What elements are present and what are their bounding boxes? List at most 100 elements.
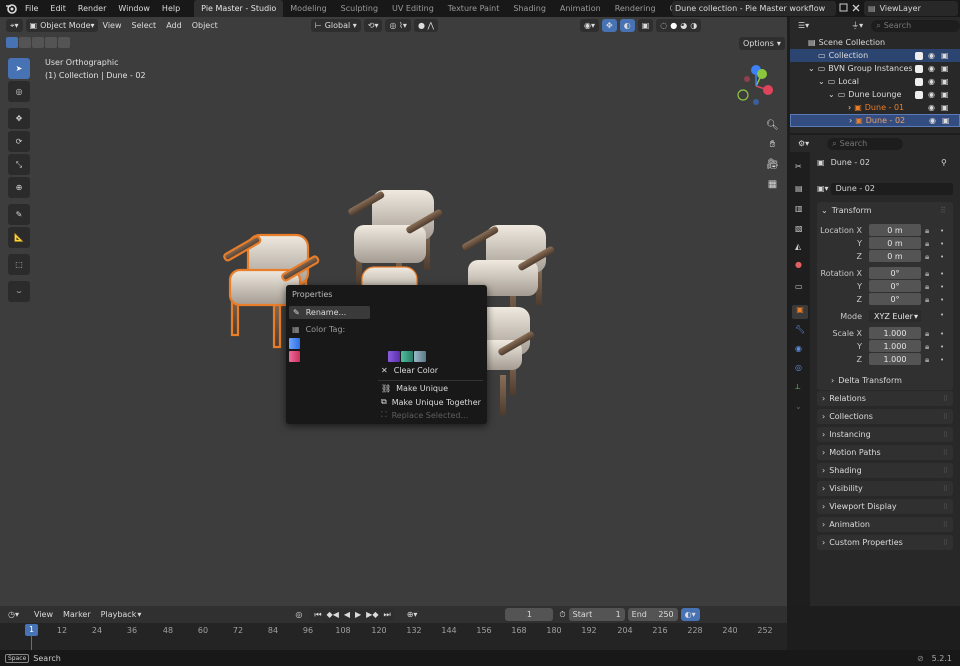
physics-tab-icon[interactable]: ◎ [795,363,802,372]
collection-tab-icon[interactable]: ▭ [795,282,803,291]
timeline-menu-playback[interactable]: Playback [96,610,142,619]
camera-icon[interactable]: ▣ [941,51,949,60]
end-frame-field[interactable]: End 250 [627,608,678,621]
outliner-collection[interactable]: ▭ Collection ◉ ▣ [790,49,960,62]
outliner-scene-collection[interactable]: ▤ Scene Collection [790,36,960,49]
color-tag-gray-swatch[interactable] [414,351,426,362]
drag-handle-icon[interactable]: ⠿ [943,449,948,457]
measure-tool[interactable]: 📐 [8,227,30,248]
properties-editor-icon[interactable]: ⚙▾ [798,139,809,148]
drag-handle-icon[interactable]: ⠿ [940,206,946,215]
menu-window[interactable]: Window [112,0,156,17]
drag-handle-icon[interactable]: ⠿ [943,413,948,421]
drag-handle-icon[interactable]: ⠿ [943,503,948,511]
camera-icon[interactable]: ▣ [941,103,949,112]
select-invert-icon[interactable] [45,37,57,48]
filter-icon[interactable]: ⏚▾ [851,20,863,31]
output-tab-icon[interactable]: ▥ [795,204,803,213]
menu-object[interactable]: Object [187,21,223,30]
transform-tool[interactable]: ⊕ [8,177,30,198]
panel-visibility[interactable]: › Visibility ⠿ [817,481,953,496]
overlay-button[interactable]: ◐ [619,19,635,32]
color-tag-teal-swatch[interactable] [401,351,413,362]
gizmo-button[interactable]: ✥ [602,19,617,32]
close-icon[interactable] [851,3,861,15]
eye-icon[interactable]: ◉ [928,64,935,73]
object-icon[interactable]: ▣▾ [817,184,829,193]
constraints-tab-icon[interactable]: ⟂ [795,382,800,392]
menu-file[interactable]: File [19,0,44,17]
location-y-field[interactable]: 0 m [869,237,921,249]
select-box-tool[interactable]: ➤ [8,58,30,79]
panel-custom-properties[interactable]: › Custom Properties ⠿ [817,535,953,550]
scene-tab-icon[interactable]: ◭ [795,242,801,251]
color-tag-purple-swatch[interactable] [388,351,400,362]
y-axis-icon[interactable] [757,69,767,79]
camera-icon[interactable]: ▣ [942,116,950,125]
select-intersect-icon[interactable] [58,37,70,48]
move-tool[interactable]: ✥ [8,108,30,129]
render-tab-icon[interactable]: ▤ [795,184,803,193]
clear-color-item[interactable]: ✕ Clear Color [381,366,438,375]
make-unique-item[interactable]: ⛓ Make Unique [381,384,448,393]
object-name-field[interactable]: Dune - 02 [830,182,953,195]
keyframe-dot-mode[interactable]: • [940,311,944,319]
outliner-dune-01[interactable]: › ▣ Dune - 01 ◉ ▣ [790,101,960,114]
options-button[interactable]: Options ▾ [739,37,785,50]
record-icon[interactable]: ◎ [295,610,302,619]
rotate-tool[interactable]: ⟳ [8,131,30,152]
wireframe-shading-icon[interactable]: ◌ [660,21,667,30]
object-tab-icon[interactable]: ▣ [792,305,808,319]
modifier-tab-icon[interactable]: 🔧︎ [795,325,805,334]
tab-texture-paint[interactable]: Texture Paint [441,0,507,17]
start-frame-field[interactable]: Start 1 [568,608,625,621]
axis-gizmo[interactable] [732,62,780,108]
particles-tab-icon[interactable]: ◉ [795,344,802,353]
camera-icon[interactable]: 🎥︎ [764,156,781,173]
location-z-field[interactable]: 0 m [869,250,921,262]
transform-orientation-select[interactable]: ⊢ Global ▾ [310,19,361,32]
timeline-menu-view[interactable]: View [29,610,58,619]
panel-collections[interactable]: › Collections ⠿ [817,409,953,424]
neg-x-axis-icon[interactable] [744,76,750,82]
jump-start-icon[interactable]: ⏮ [314,610,321,620]
color-tag-red-swatch[interactable] [289,351,300,362]
drag-handle-icon[interactable]: ⠿ [943,395,948,403]
scene-selector[interactable]: Dune collection - Pie Master workflow [672,1,836,16]
tab-rendering[interactable]: Rendering [608,0,663,17]
panel-motion-paths[interactable]: › Motion Paths ⠿ [817,445,953,460]
pan-hand-icon[interactable]: ✋︎ [764,136,781,153]
proportional-edit-button[interactable]: ● ⋀ [413,19,439,32]
drag-handle-icon[interactable]: ⠿ [943,467,948,475]
delta-transform-header[interactable]: › Delta Transform [831,376,902,385]
camera-icon[interactable]: ▣ [941,77,949,86]
rotation-mode-select[interactable]: XYZ Euler ▾ [869,310,921,322]
drag-handle-icon[interactable]: ⠿ [943,431,948,439]
rotation-z-field[interactable]: 0° [869,293,921,305]
keyframe-dots-scale[interactable]: • • • [940,328,944,367]
eye-icon[interactable]: ◉ [929,116,936,125]
tool-tab-icon[interactable]: ✂ [795,162,802,171]
keyframe-dots-location[interactable]: • • • [940,225,944,264]
clock-icon[interactable]: ◷▾ [8,610,19,619]
shading-modes[interactable]: ◌ ● ◕ ◑ [656,19,702,32]
neg-y-axis-icon[interactable] [737,89,749,101]
checkbox-icon[interactable] [915,64,923,73]
make-unique-together-item[interactable]: ⧉ Make Unique Together [381,397,481,407]
panel-relations[interactable]: › Relations ⠿ [817,391,953,406]
rendered-shading-icon[interactable]: ◑ [690,21,697,30]
next-keyframe-icon[interactable]: ▶◆ [366,610,378,619]
tab-pie-master-studio[interactable]: Pie Master - Studio [194,0,284,17]
current-frame-field[interactable]: 1 [505,608,554,621]
timeline-menu-marker[interactable]: Marker [58,610,96,619]
prev-keyframe-icon[interactable]: ◆◀ [327,610,339,619]
xray-button[interactable]: ▣ [637,19,654,32]
x-axis-icon[interactable] [763,85,773,95]
view-layer-selector[interactable]: ▤ ViewLayer [864,1,958,16]
pivot-point-button[interactable]: ⟲▾ [363,19,383,32]
drag-handle-icon[interactable]: ⠿ [943,485,948,493]
outliner-search-input[interactable]: ⌕ Search [871,19,960,32]
pin-icon[interactable]: ⚲ [941,158,947,167]
extra-tool[interactable]: ⌣ [8,281,30,302]
scale-y-field[interactable]: 1.000 [869,340,921,352]
